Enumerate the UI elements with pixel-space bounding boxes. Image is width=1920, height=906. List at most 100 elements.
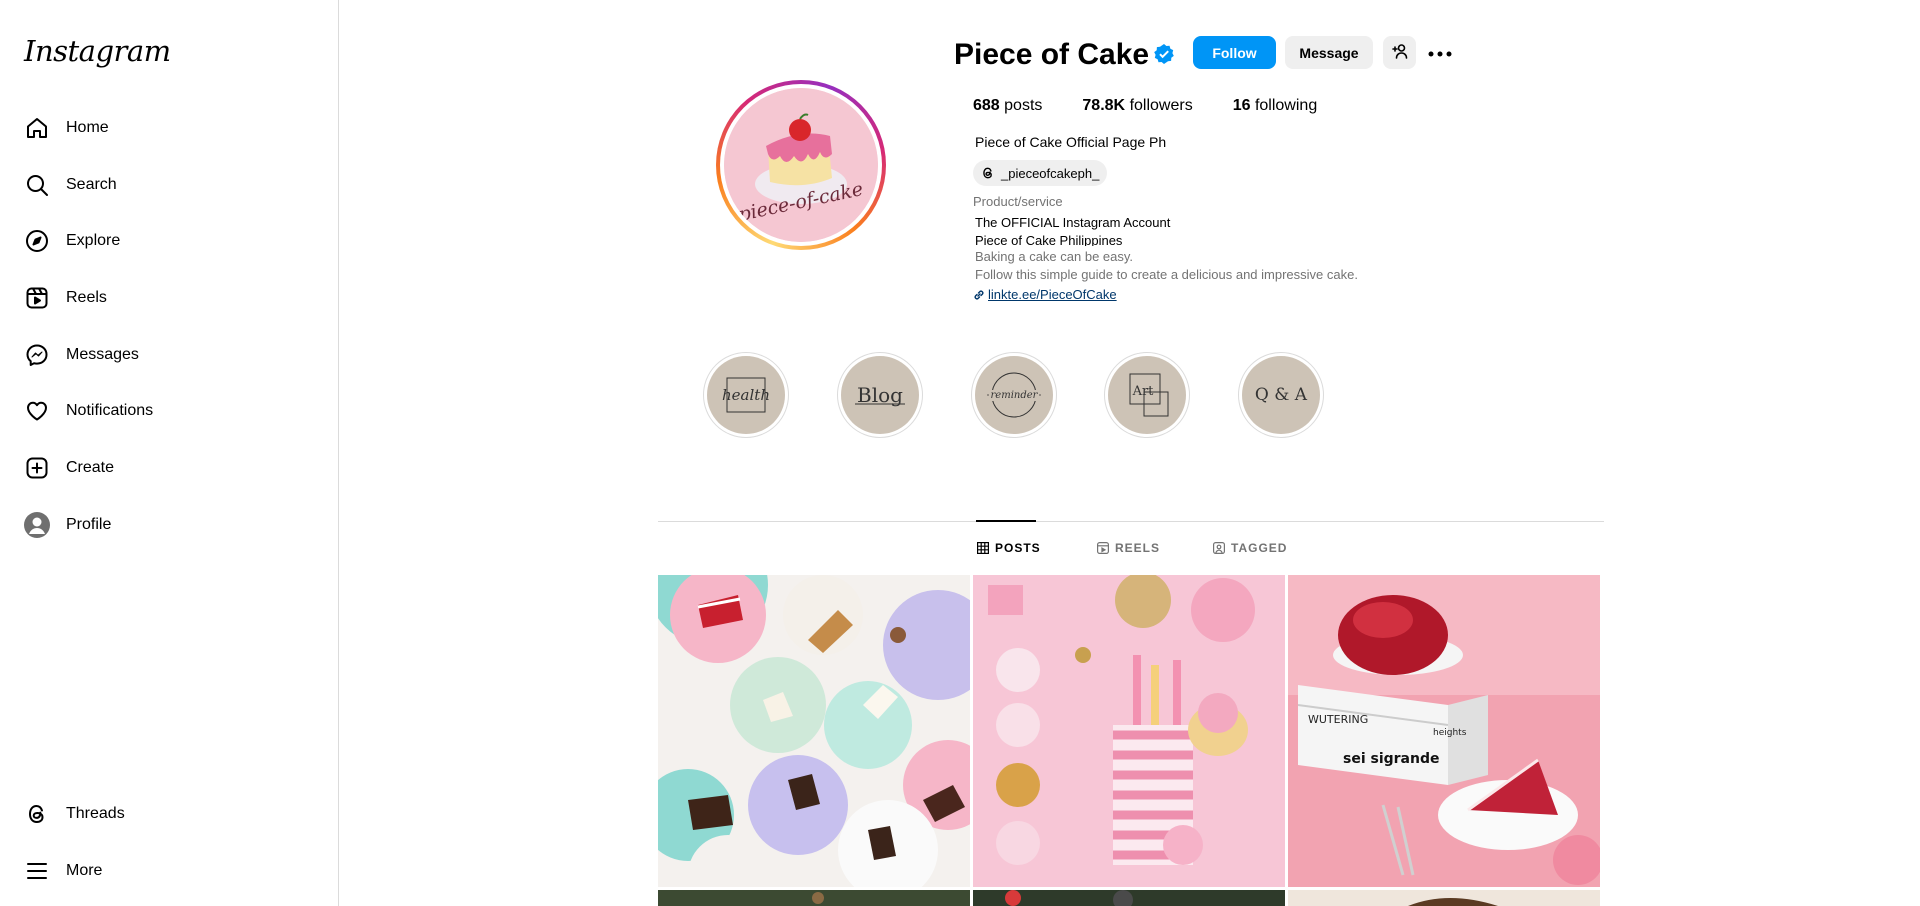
bio-line-2: Piece of Cake Philippines	[975, 233, 1123, 246]
book-text: WUTERING	[1308, 713, 1368, 726]
sidebar-item-profile[interactable]: Profile	[12, 497, 327, 553]
highlight-label: health	[722, 386, 770, 404]
reels-icon	[1097, 542, 1109, 554]
highlight-blog[interactable]: Blog	[837, 352, 923, 438]
sidebar-item-messages[interactable]: Messages	[12, 327, 327, 383]
threads-icon	[24, 801, 50, 827]
bio-line-4: Follow this simple guide to create a del…	[975, 267, 1358, 282]
instagram-logo[interactable]: Instagram	[24, 34, 171, 68]
post-image-cake-slices	[658, 575, 970, 887]
profile-category: Product/service	[973, 194, 1063, 209]
followers-label: followers	[1129, 97, 1193, 114]
menu-icon	[24, 858, 50, 884]
tab-posts[interactable]: POSTS	[977, 541, 1041, 555]
home-icon	[24, 115, 50, 141]
follow-button[interactable]: Follow	[1193, 36, 1276, 69]
tab-label: REELS	[1115, 541, 1161, 555]
sidebar-bottom-nav: Threads More	[12, 786, 327, 899]
book-text: sei sigrande	[1343, 751, 1440, 767]
cake-logo-image: piece-of-cake	[724, 88, 878, 242]
sidebar-item-notifications[interactable]: Notifications	[12, 383, 327, 439]
message-button[interactable]: Message	[1285, 36, 1373, 69]
sidebar-item-reels[interactable]: Reels	[12, 270, 327, 326]
bio-line-3: Baking a cake can be easy.	[975, 249, 1134, 264]
threads-icon	[981, 166, 995, 180]
sidebar-item-search[interactable]: Search	[12, 157, 327, 213]
highlight-cover: Blog	[841, 356, 919, 434]
post-tile[interactable]	[1288, 890, 1600, 906]
post-image	[658, 890, 970, 906]
following-number: 16	[1232, 97, 1251, 114]
sidebar-item-label: Threads	[66, 805, 125, 822]
sidebar-item-label: More	[66, 861, 103, 879]
highlight-art[interactable]: Art	[1104, 352, 1190, 438]
heart-icon	[24, 398, 50, 424]
followers-number: 78.8K	[1082, 97, 1126, 114]
messenger-icon	[24, 342, 50, 368]
sidebar-item-label: Notifications	[66, 402, 154, 420]
threads-badge[interactable]: _pieceofcakeph_	[973, 160, 1108, 186]
post-tile[interactable]	[658, 575, 970, 887]
bio-link[interactable]: linkte.ee/PieceOfCake	[973, 287, 1117, 302]
tab-label: TAGGED	[1231, 541, 1288, 555]
post-image	[1288, 890, 1600, 906]
sidebar-item-create[interactable]: Create	[12, 440, 327, 496]
profile-username: Piece of Cake	[954, 38, 1150, 71]
suggest-accounts-button[interactable]	[1383, 36, 1416, 69]
post-tile[interactable]	[973, 575, 1285, 887]
compass-icon	[24, 228, 50, 254]
post-tile[interactable]: WUTERING heights sei sigrande	[1288, 575, 1600, 887]
tabs-divider	[658, 521, 1604, 522]
post-image-pink-party	[973, 575, 1285, 887]
highlight-reminder[interactable]: reminder	[971, 352, 1057, 438]
tab-reels[interactable]: REELS	[1097, 541, 1160, 555]
post-tile[interactable]	[973, 890, 1285, 906]
sidebar-item-label: Messages	[66, 345, 139, 363]
post-image	[973, 890, 1285, 906]
followers-count[interactable]: 78.8K followers	[1082, 97, 1192, 115]
more-options-button[interactable]	[1428, 36, 1452, 69]
posts-label: posts	[1004, 97, 1043, 114]
sidebar-item-explore[interactable]: Explore	[12, 213, 327, 269]
highlight-health[interactable]: health	[703, 352, 789, 438]
sidebar-item-more[interactable]: More	[12, 843, 327, 899]
sidebar-item-home[interactable]: Home	[12, 100, 327, 156]
avatar-ring-gap: piece-of-cake	[720, 84, 882, 246]
post-image-red-cake-books: WUTERING heights sei sigrande	[1288, 575, 1600, 887]
sidebar-item-label: Profile	[66, 515, 112, 533]
sidebar-item-label: Home	[66, 119, 109, 136]
plus-square-icon	[24, 455, 50, 481]
verified-badge-icon	[1154, 44, 1174, 69]
active-tab-indicator	[976, 520, 1036, 522]
grid-icon	[977, 542, 989, 554]
highlight-qa[interactable]: Q & A	[1238, 352, 1324, 438]
sidebar-item-label: Search	[66, 175, 117, 193]
highlight-cover: reminder	[975, 356, 1053, 434]
highlight-label: Blog	[857, 383, 903, 407]
add-person-icon	[1391, 43, 1408, 62]
sidebar-item-threads[interactable]: Threads	[12, 786, 327, 842]
sidebar: Instagram Home Search Explore Reels Mess…	[0, 0, 339, 906]
highlight-label: Q & A	[1254, 385, 1308, 405]
posts-number: 688	[973, 97, 1000, 114]
following-count[interactable]: 16 following	[1233, 97, 1318, 115]
tab-label: POSTS	[995, 541, 1041, 555]
highlight-cover: Q & A	[1242, 356, 1320, 434]
sidebar-item-label: Create	[66, 459, 115, 477]
bio-link-text: linkte.ee/PieceOfCake	[988, 287, 1117, 302]
profile-full-name: Piece of Cake Official Page Ph	[975, 134, 1167, 150]
tab-tagged[interactable]: TAGGED	[1213, 541, 1287, 555]
profile-stats: 688 posts 78.8K followers 16 following	[973, 97, 1357, 115]
highlight-label: Art	[1132, 383, 1154, 399]
post-tile[interactable]	[658, 890, 970, 906]
highlight-label: reminder	[988, 389, 1040, 401]
avatar-icon	[24, 511, 50, 538]
sidebar-item-label: Reels	[66, 289, 107, 307]
profile-avatar[interactable]: piece-of-cake	[716, 80, 886, 250]
link-icon	[973, 289, 985, 301]
ellipsis-icon	[1428, 44, 1452, 62]
reels-icon	[24, 285, 50, 311]
book-text: heights	[1433, 728, 1467, 738]
posts-count: 688 posts	[973, 97, 1042, 115]
highlight-cover: Art	[1108, 356, 1186, 434]
